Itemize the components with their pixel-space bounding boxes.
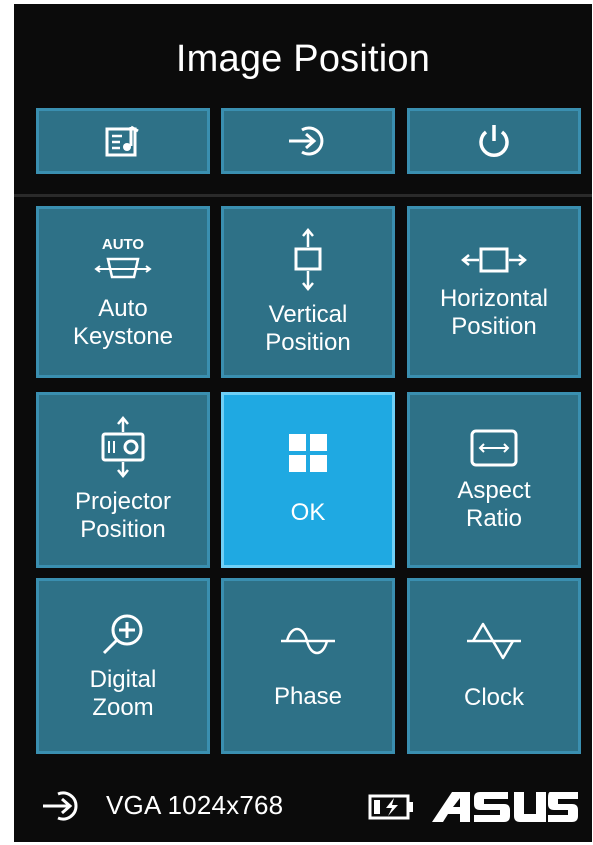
projector-position-button[interactable]: Projector Position	[36, 392, 210, 568]
ok-label: OK	[290, 499, 326, 526]
vertical-position-button[interactable]: Vertical Position	[221, 206, 395, 378]
triangle-wave-icon	[467, 622, 521, 660]
horizontal-position-button[interactable]: Horizontal Position	[407, 206, 581, 378]
phase-button[interactable]: Phase	[221, 578, 395, 754]
aspect-ratio-icon	[470, 429, 518, 467]
source-resolution: VGA 1024x768	[106, 790, 284, 820]
svg-text:AUTO: AUTO	[102, 236, 145, 253]
source-button[interactable]	[221, 108, 395, 174]
clock-label: Clock	[463, 684, 524, 711]
aspect-ratio-label: Aspect Ratio	[457, 477, 531, 532]
grid-icon	[289, 434, 327, 472]
music-note-book-icon	[105, 125, 139, 157]
vertical-arrows-icon	[294, 228, 322, 291]
auto-keystone-icon: AUTO	[94, 236, 152, 279]
projector-icon	[101, 416, 145, 478]
page-title: Image Position	[175, 38, 431, 80]
clock-button[interactable]: Clock	[407, 578, 581, 754]
media-button[interactable]	[36, 108, 210, 174]
vertical-position-label: Vertical Position	[265, 301, 351, 356]
horizontal-position-label: Horizontal Position	[439, 285, 549, 340]
sine-wave-icon	[281, 627, 335, 655]
power-icon	[479, 125, 509, 157]
digital-zoom-button[interactable]: Digital Zoom	[36, 578, 210, 754]
zoom-in-icon	[102, 614, 143, 655]
battery-charging-icon	[368, 794, 413, 820]
input-source-icon	[289, 126, 324, 156]
phase-label: Phase	[273, 683, 343, 710]
input-source-icon	[43, 791, 78, 821]
divider	[14, 194, 592, 197]
ok-button[interactable]: OK	[221, 392, 395, 568]
horizontal-arrows-icon	[461, 247, 527, 273]
status-bar: VGA 1024x768	[14, 774, 592, 836]
auto-keystone-label: Auto Keystone	[72, 295, 174, 350]
power-button[interactable]	[407, 108, 581, 174]
projector-position-label: Projector Position	[74, 488, 172, 543]
remote-panel: Image Position AUTO Auto Keystone Vertic…	[14, 4, 592, 842]
aspect-ratio-button[interactable]: Aspect Ratio	[407, 392, 581, 568]
auto-keystone-button[interactable]: AUTO Auto Keystone	[36, 206, 210, 378]
digital-zoom-label: Digital Zoom	[89, 666, 157, 721]
asus-logo	[432, 792, 578, 822]
